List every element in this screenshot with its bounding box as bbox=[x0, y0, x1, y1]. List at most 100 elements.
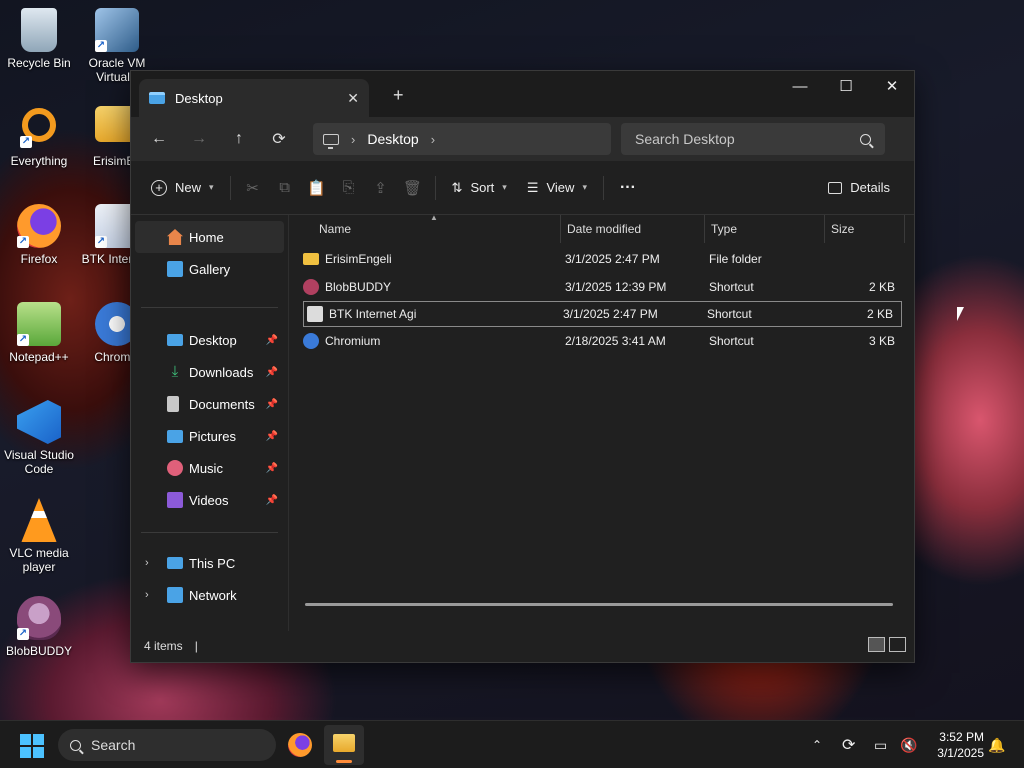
desktop-icon-vscode[interactable]: Visual Studio Code bbox=[0, 400, 78, 476]
folder-icon bbox=[303, 253, 319, 265]
up-button[interactable]: ↑ bbox=[219, 123, 259, 155]
file-date: 3/1/2025 2:47 PM bbox=[563, 307, 658, 321]
desktop-icon-label: Recycle Bin bbox=[7, 56, 71, 70]
sidebar-item-label: This PC bbox=[189, 555, 236, 571]
desktop-icon-everything[interactable]: ↗ Everything bbox=[0, 106, 78, 168]
pin-icon[interactable]: 📌 bbox=[266, 335, 278, 346]
sidebar-item-videos[interactable]: Videos 📌 bbox=[135, 484, 284, 516]
new-button[interactable]: + New ▾ bbox=[141, 172, 224, 204]
details-button[interactable]: Details bbox=[818, 172, 900, 204]
share-icon[interactable]: ⇪ bbox=[365, 172, 397, 204]
gallery-icon bbox=[167, 261, 183, 277]
new-tab-button[interactable]: + bbox=[393, 85, 404, 106]
desktop-icon-vlc[interactable]: VLC media player bbox=[0, 498, 78, 574]
table-row[interactable]: ErisimEngeli 3/1/2025 2:47 PM File folde… bbox=[303, 245, 902, 273]
system-clock[interactable]: 3:52 PM 3/1/2025 bbox=[928, 729, 984, 761]
column-name[interactable]: Name bbox=[289, 215, 561, 243]
this-pc-icon[interactable] bbox=[323, 133, 339, 149]
chevron-right-icon[interactable]: › bbox=[431, 132, 435, 147]
pin-icon[interactable]: 📌 bbox=[266, 367, 278, 378]
desktop-icon-label: VLC media player bbox=[9, 546, 69, 574]
refresh-button[interactable]: ⟳ bbox=[259, 123, 299, 155]
table-row[interactable]: BlobBUDDY 3/1/2025 12:39 PM Shortcut 2 K… bbox=[303, 273, 902, 301]
sidebar-item-label: Desktop bbox=[189, 332, 237, 348]
network-icon[interactable]: ▭ bbox=[874, 721, 887, 768]
taskbar-file-explorer[interactable] bbox=[324, 725, 364, 765]
maximize-button[interactable]: ☐ bbox=[823, 71, 869, 101]
sidebar-item-music[interactable]: Music 📌 bbox=[135, 452, 284, 484]
delete-icon[interactable]: 🗑 bbox=[397, 172, 429, 204]
sidebar-item-desktop[interactable]: Desktop 📌 bbox=[135, 324, 284, 356]
pin-icon[interactable]: 📌 bbox=[266, 431, 278, 442]
search-input[interactable]: Search Desktop bbox=[621, 123, 885, 155]
desktop-icon-recycle-bin[interactable]: Recycle Bin bbox=[0, 8, 78, 70]
start-button[interactable] bbox=[20, 734, 44, 758]
desktop-icon-blobbuddy[interactable]: ↗ BlobBUDDY bbox=[0, 596, 78, 658]
column-date-modified[interactable]: Date modified bbox=[561, 215, 705, 243]
sidebar-item-this-pc[interactable]: › This PC bbox=[135, 547, 284, 579]
details-view-button[interactable] bbox=[868, 637, 885, 652]
sidebar-item-home[interactable]: Home bbox=[135, 221, 284, 253]
file-list: ▲ Name Date modified Type Size ErisimEng… bbox=[289, 213, 914, 631]
desktop-icon-firefox[interactable]: ↗ Firefox bbox=[0, 204, 78, 266]
desktop-icon bbox=[167, 334, 183, 346]
minimize-button[interactable]: — bbox=[777, 71, 823, 101]
more-options-button[interactable]: ··· bbox=[610, 172, 646, 204]
chevron-right-icon[interactable]: › bbox=[351, 132, 355, 147]
taskbar-search[interactable]: Search bbox=[58, 729, 276, 761]
show-hidden-icons-button[interactable]: ⌃ bbox=[812, 721, 822, 768]
pin-icon[interactable]: 📌 bbox=[266, 495, 278, 506]
sort-button[interactable]: ⇅ Sort ▾ bbox=[442, 172, 517, 204]
paste-icon[interactable]: 📋 bbox=[301, 172, 333, 204]
taskbar-search-label: Search bbox=[91, 737, 136, 753]
column-type[interactable]: Type bbox=[705, 215, 825, 243]
file-type: Shortcut bbox=[707, 307, 752, 321]
taskbar-firefox[interactable] bbox=[288, 733, 312, 757]
chevron-right-icon[interactable]: › bbox=[145, 589, 149, 601]
notification-bell-icon[interactable]: 🔔 bbox=[988, 721, 1005, 768]
clock-time: 3:52 PM bbox=[939, 730, 984, 744]
copy-icon[interactable]: ⧉ bbox=[269, 172, 301, 204]
back-button[interactable]: ← bbox=[139, 123, 179, 155]
pin-icon[interactable]: 📌 bbox=[266, 399, 278, 410]
forward-button[interactable]: → bbox=[179, 123, 219, 155]
cut-icon[interactable]: ✂ bbox=[237, 172, 269, 204]
shortcut-arrow-icon: ↗ bbox=[17, 236, 29, 248]
file-name: Chromium bbox=[325, 334, 381, 348]
toolbar-divider bbox=[229, 175, 231, 200]
file-date: 3/1/2025 12:39 PM bbox=[565, 280, 667, 294]
breadcrumb[interactable]: › Desktop › bbox=[313, 123, 611, 155]
sidebar-item-label: Network bbox=[189, 587, 237, 603]
chromium-icon bbox=[303, 333, 319, 349]
horizontal-scrollbar[interactable] bbox=[305, 603, 893, 606]
table-row[interactable]: BTK Internet Agi 3/1/2025 2:47 PM Shortc… bbox=[303, 301, 902, 327]
view-toggle bbox=[868, 637, 906, 652]
sidebar-item-downloads[interactable]: ⤓ Downloads 📌 bbox=[135, 356, 284, 388]
tiles-view-button[interactable] bbox=[889, 637, 906, 652]
chevron-right-icon[interactable]: › bbox=[145, 557, 149, 569]
tab-title: Desktop bbox=[175, 90, 223, 106]
sidebar-item-network[interactable]: › Network bbox=[135, 579, 284, 611]
close-button[interactable]: ✕ bbox=[869, 71, 915, 101]
file-date: 3/1/2025 2:47 PM bbox=[565, 252, 660, 266]
new-label: New bbox=[175, 180, 202, 195]
sort-label: Sort bbox=[470, 180, 495, 195]
sidebar-item-gallery[interactable]: Gallery bbox=[135, 253, 284, 285]
table-row[interactable]: Chromium 2/18/2025 3:41 AM Shortcut 3 KB bbox=[303, 327, 902, 355]
sidebar-item-documents[interactable]: Documents 📌 bbox=[135, 388, 284, 420]
desktop-icon-notepadpp[interactable]: ↗ Notepad++ bbox=[0, 302, 78, 364]
tab-close-button[interactable]: ✕ bbox=[347, 90, 359, 107]
view-button[interactable]: ☰ View ▾ bbox=[517, 172, 597, 204]
breadcrumb-desktop[interactable]: Desktop bbox=[367, 131, 418, 147]
volume-muted-icon[interactable]: 🔇 bbox=[900, 721, 917, 768]
column-size[interactable]: Size bbox=[825, 215, 905, 243]
tab-desktop[interactable]: Desktop ✕ bbox=[139, 79, 369, 117]
sidebar-item-pictures[interactable]: Pictures 📌 bbox=[135, 420, 284, 452]
file-name: BTK Internet Agi bbox=[329, 307, 417, 321]
rename-icon[interactable]: ⎘ bbox=[333, 172, 365, 204]
plus-icon: + bbox=[151, 179, 167, 196]
sync-icon[interactable]: ⟳ bbox=[842, 721, 855, 768]
file-name: ErisimEngeli bbox=[325, 252, 392, 266]
pin-icon[interactable]: 📌 bbox=[266, 463, 278, 474]
windows-logo-icon bbox=[20, 734, 31, 745]
